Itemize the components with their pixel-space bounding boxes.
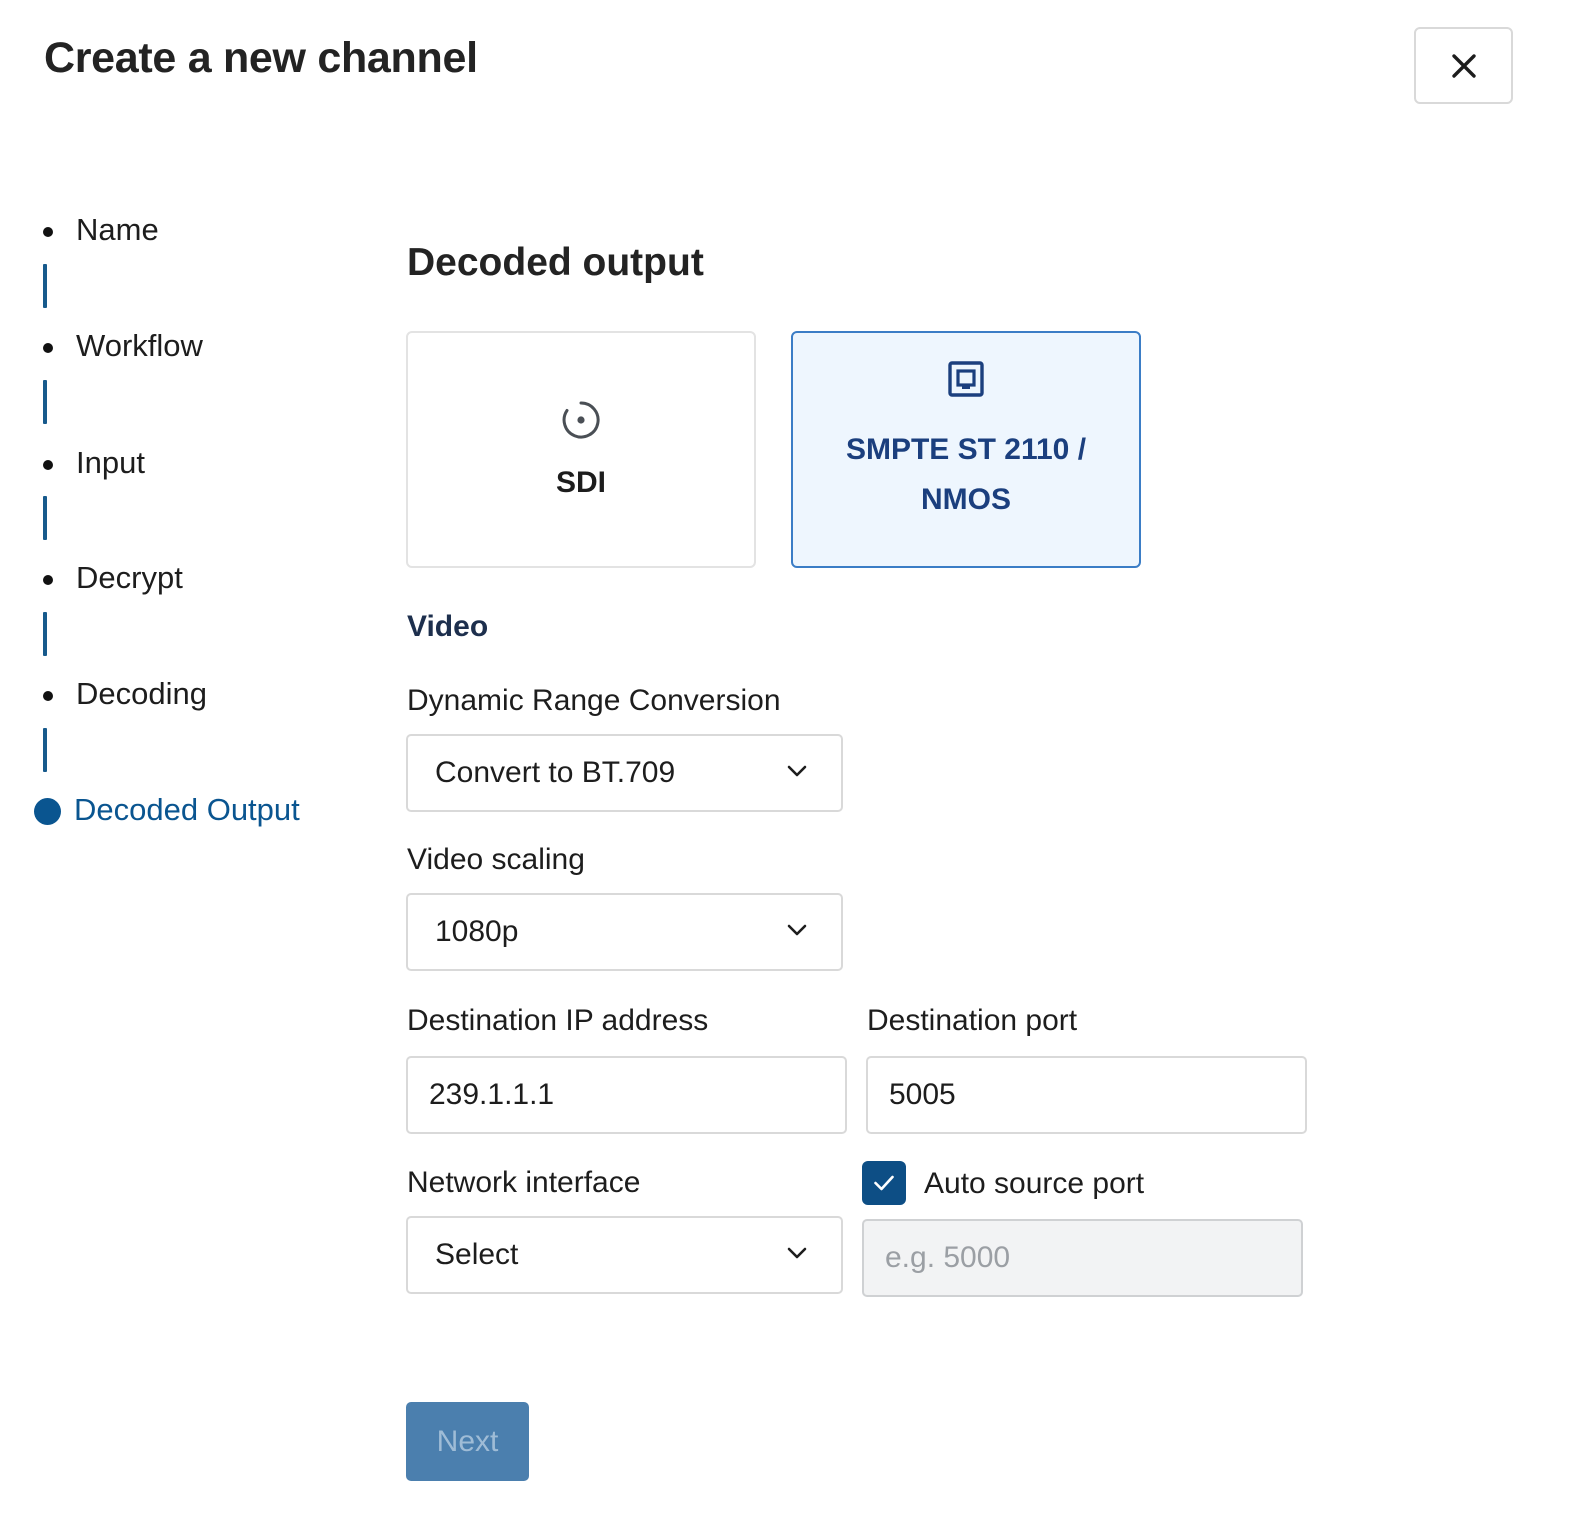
destination-ip-label: Destination IP address [407,1004,709,1037]
output-option-smpte[interactable]: SMPTE ST 2110 / NMOS [791,331,1141,568]
select-value: 1080p [435,915,519,948]
video-section-title: Video [407,610,489,643]
step-bullet [43,227,53,237]
step-connector [43,264,47,308]
next-button[interactable]: Next [406,1402,529,1481]
output-option-label: SDI [555,465,606,499]
step-connector [43,612,47,656]
step-label: Decrypt [76,560,183,595]
auto-source-port-label: Auto source port [924,1167,1145,1200]
step-bullet [43,460,53,470]
chevron-down-icon [787,924,807,936]
step-label: Decoding [76,676,207,711]
step-label: Workflow [76,328,203,363]
auto-source-port-checkbox[interactable] [862,1161,906,1205]
video-scaling-select[interactable]: 1080p [406,893,843,971]
select-value: Select [435,1238,519,1271]
destination-port-label: Destination port [867,1004,1078,1037]
step-label: Decoded Output [74,792,300,827]
network-port-icon [948,360,984,397]
network-interface-label: Network interface [407,1166,641,1199]
network-interface-select[interactable]: Select [406,1216,843,1294]
dialog-title: Create a new channel [44,34,478,82]
step-bullet [43,691,53,701]
destination-port-input[interactable] [866,1056,1307,1134]
source-port-input [862,1219,1303,1297]
checkmark-icon [874,1175,894,1191]
close-icon [1451,53,1476,78]
dynamic-range-label: Dynamic Range Conversion [407,684,781,717]
create-channel-dialog: Create a new channel Name Workflow Input… [0,0,1576,1518]
section-title: Decoded output [407,241,704,284]
step-connector [43,380,47,424]
select-value: Convert to BT.709 [435,756,676,789]
video-scaling-label: Video scaling [407,843,585,876]
close-button[interactable] [1414,27,1513,104]
chevron-down-icon [787,765,807,777]
step-connector [43,728,47,772]
output-option-label: SMPTE ST 2110 / NMOS [845,432,1087,516]
step-label: Name [76,212,159,247]
output-option-sdi[interactable]: SDI [406,331,756,568]
chevron-down-icon [787,1247,807,1259]
radio-target-icon [562,400,600,438]
step-active-indicator [34,798,61,825]
destination-ip-input[interactable] [406,1056,847,1134]
dynamic-range-select[interactable]: Convert to BT.709 [406,734,843,812]
step-bullet [43,575,53,585]
step-connector [43,496,47,540]
step-label: Input [76,445,145,480]
step-bullet [43,343,53,353]
